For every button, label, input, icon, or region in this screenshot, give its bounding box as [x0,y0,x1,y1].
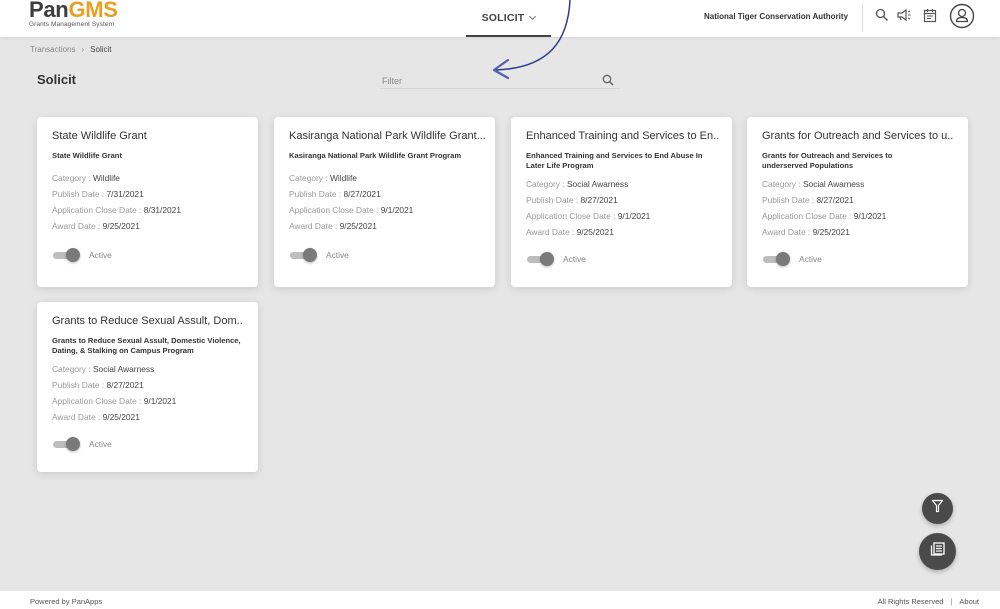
filter-fab-button[interactable] [922,493,953,524]
breadcrumb: Transactions › Solicit [30,45,112,54]
card-award-date: Award Date : 9/25/2021 [289,221,377,231]
grant-card[interactable]: State Wildlife Grant State Wildlife Gran… [37,117,258,287]
logo-gms-text: GMS [68,0,118,22]
card-category: Category : Social Awarness [52,364,155,374]
nav-tab-label: SOLICIT [481,11,525,24]
card-category: Category : Social Awarness [526,179,629,189]
footer-separator: | [950,597,953,606]
about-link[interactable]: About [959,597,979,606]
card-category: Category : Wildlife [52,173,120,183]
card-close-date: Application Close Date : 9/1/2021 [526,211,651,221]
card-title: Grants for Outreach and Services to u.. [762,130,954,142]
filter-icon [931,499,944,518]
grant-card[interactable]: Kasiranga National Park Wildlife Grant..… [274,117,495,287]
card-title: Grants to Reduce Sexual Assult, Dom.. [52,315,243,327]
card-close-date: Application Close Date : 9/1/2021 [289,205,414,215]
list-view-icon [930,542,945,561]
card-category: Category : Wildlife [289,173,357,183]
chevron-down-icon [529,12,537,20]
card-award-date: Award Date : 9/25/2021 [52,221,140,231]
card-publish-date: Publish Date : 7/31/2021 [52,189,144,199]
megaphone-icon[interactable] [896,8,912,27]
card-publish-date: Publish Date : 8/27/2021 [289,189,381,199]
active-toggle[interactable] [762,252,792,266]
card-description: Kasiranga National Park Wildlife Grant P… [289,151,462,160]
card-description: Enhanced Training and Services to End Ab… [526,151,703,170]
page-title: Solicit [37,72,77,87]
search-icon[interactable] [875,8,889,27]
card-close-date: Application Close Date : 9/1/2021 [52,396,177,406]
card-description: State Wildlife Grant [52,151,122,160]
toggle-label: Active [326,250,349,260]
card-close-date: Application Close Date : 9/1/2021 [762,211,887,221]
top-header: PanGMS Grants Management System SOLICIT … [0,0,1000,37]
logo-pan-text: Pan [29,0,69,22]
breadcrumb-current: Solicit [90,45,112,54]
footer: Powered by PanApps All Rights Reserved |… [0,591,1000,609]
filter-input[interactable] [380,73,580,89]
app-logo[interactable]: PanGMS Grants Management System [29,0,118,28]
nav-tab-solicit[interactable]: SOLICIT [466,0,551,37]
powered-by-text: Powered by PanApps [30,597,103,606]
card-publish-date: Publish Date : 8/27/2021 [52,380,144,390]
active-toggle[interactable] [52,248,82,262]
user-avatar-icon[interactable] [949,3,975,34]
active-toggle[interactable] [52,437,82,451]
card-publish-date: Publish Date : 8/27/2021 [762,195,854,205]
grant-card[interactable]: Enhanced Training and Services to En.. E… [511,117,732,287]
card-description: Grants to Reduce Sexual Assult, Domestic… [52,336,241,355]
list-view-fab-button[interactable] [919,533,956,570]
rights-text: All Rights Reserved [877,597,944,606]
card-title: Kasiranga National Park Wildlife Grant..… [289,130,486,142]
card-award-date: Award Date : 9/25/2021 [52,412,140,422]
card-title: Enhanced Training and Services to En.. [526,130,720,142]
search-icon[interactable] [602,73,614,91]
grant-card[interactable]: Grants to Reduce Sexual Assult, Dom.. Gr… [37,302,258,472]
toggle-label: Active [799,254,822,264]
active-toggle[interactable] [289,248,319,262]
toggle-label: Active [89,250,112,260]
card-award-date: Award Date : 9/25/2021 [762,227,850,237]
breadcrumb-transactions[interactable]: Transactions [30,45,76,54]
grant-card[interactable]: Grants for Outreach and Services to u.. … [747,117,968,287]
calendar-icon[interactable] [923,8,937,28]
toggle-label: Active [89,439,112,449]
card-award-date: Award Date : 9/25/2021 [526,227,614,237]
breadcrumb-separator: › [81,45,85,54]
logo-subtitle: Grants Management System [29,21,115,28]
card-description: Grants for Outreach and Services to unde… [762,151,893,170]
organization-name: National Tiger Conservation Authority [704,12,849,21]
card-category: Category : Social Awarness [762,179,865,189]
header-divider [862,4,863,32]
card-close-date: Application Close Date : 8/31/2021 [52,205,181,215]
toggle-label: Active [563,254,586,264]
active-toggle[interactable] [526,252,556,266]
card-title: State Wildlife Grant [52,130,147,142]
card-publish-date: Publish Date : 8/27/2021 [526,195,618,205]
filter-field [380,71,620,89]
